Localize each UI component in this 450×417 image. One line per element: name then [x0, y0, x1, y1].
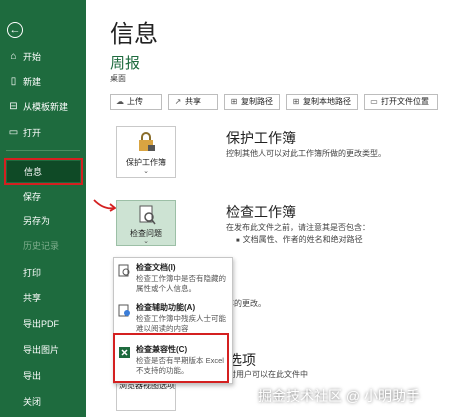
- share-button[interactable]: ↗ 共享: [168, 94, 218, 110]
- backstage-sidebar: ← ⌂ 开始 ▯ 新建 ⊟ 从模板新建 ▭ 打开 信息 保存 另存为 历史记录 …: [0, 0, 86, 417]
- copy-local-path-button[interactable]: ⊞ 复制本地路径: [286, 94, 358, 110]
- page-title: 信息: [110, 21, 158, 48]
- accessibility-icon: [118, 304, 130, 317]
- nav-info-highlight: [7, 161, 80, 182]
- nav-home[interactable]: ⌂ 开始: [0, 46, 86, 68]
- nav-export-pdf[interactable]: 导出PDF: [0, 313, 86, 335]
- nav-label: 保存: [23, 192, 42, 202]
- nav-info[interactable]: 信息: [4, 158, 83, 185]
- nav-open[interactable]: ▭ 打开: [0, 122, 86, 144]
- nav-label: 共享: [23, 293, 42, 303]
- upload-icon: ☁: [116, 97, 124, 106]
- copy-path-button[interactable]: ⊞ 复制路径: [224, 94, 280, 110]
- browser-view-desc: 时用户可以在此文件中: [228, 370, 308, 379]
- nav-label: 新建: [23, 77, 42, 87]
- nav-export[interactable]: 导出: [0, 365, 86, 387]
- inspect-workbook-title: 检查工作簿: [226, 204, 296, 220]
- red-arrow-annotation: [93, 199, 117, 212]
- nav-label: 信息: [24, 167, 43, 177]
- link-icon: ⊞: [230, 97, 238, 106]
- nav-close[interactable]: 关闭: [0, 391, 86, 413]
- nav-label: 关闭: [23, 397, 42, 407]
- menu-item-title: 检查文档(I): [136, 263, 176, 272]
- menu-item-check-accessibility[interactable]: 检查辅助功能(A) 检查工作簿中残疾人士可能难以阅读的内容: [114, 298, 232, 334]
- nav-export-image[interactable]: 导出图片: [0, 339, 86, 361]
- upload-button[interactable]: ☁ 上传: [110, 94, 162, 110]
- nav-label: 历史记录: [23, 241, 60, 251]
- nav-label: 打开: [23, 128, 42, 138]
- open-file-location-button[interactable]: ▭ 打开文件位置: [364, 94, 438, 110]
- bullet-icon: ■: [236, 238, 240, 244]
- nav-label: 导出PDF: [23, 319, 60, 329]
- protect-workbook-title: 保护工作簿: [226, 130, 296, 146]
- folder-icon: ▭: [370, 97, 378, 106]
- nav-label: 打印: [23, 268, 42, 278]
- nav-history[interactable]: 历史记录: [0, 235, 86, 257]
- inspect-bullet: ■ 文档属性、作者的姓名和绝对路径: [236, 235, 363, 244]
- inspect-document-icon: [118, 264, 130, 277]
- new-file-icon: ▯: [10, 76, 17, 87]
- inspect-issues-button[interactable]: 检查问题 ⌄: [116, 200, 176, 246]
- protect-workbook-button[interactable]: 保护工作簿 ⌄: [116, 126, 176, 178]
- template-icon: ⊟: [9, 101, 18, 112]
- nav-label: 导出图片: [23, 345, 60, 355]
- menu-item-title: 检查辅助功能(A): [136, 303, 196, 312]
- nav-new-from-template[interactable]: ⊟ 从模板新建: [0, 96, 86, 118]
- document-name: 周报: [110, 55, 141, 72]
- nav-save-as[interactable]: 另存为: [0, 210, 86, 232]
- folder-icon: ▭: [8, 127, 19, 138]
- nav-share[interactable]: 共享: [0, 287, 86, 309]
- nav-print[interactable]: 打印: [0, 262, 86, 284]
- nav-save[interactable]: 保存: [0, 186, 86, 208]
- document-location: 桌面: [110, 74, 126, 83]
- lock-icon: [139, 132, 155, 151]
- nav-divider: [6, 150, 80, 151]
- menu-item-desc: 检查工作簿中是否有隐藏的属性或个人信息。: [136, 274, 226, 293]
- home-icon: ⌂: [10, 51, 17, 62]
- nav-label: 导出: [23, 371, 42, 381]
- nav-label: 另存为: [23, 216, 51, 226]
- nav-label: 从模板新建: [23, 102, 69, 112]
- back-arrow-icon[interactable]: ←: [7, 22, 23, 38]
- compatibility-highlight-box: [113, 333, 229, 383]
- chevron-down-icon: ⌄: [143, 168, 149, 175]
- nav-label: 开始: [23, 52, 42, 62]
- share-icon: ↗: [174, 97, 182, 106]
- inspect-document-icon: [139, 205, 156, 225]
- protect-workbook-desc: 控制其他人可以对此工作簿所做的更改类型。: [226, 149, 386, 158]
- chevron-down-icon: ⌄: [143, 238, 149, 245]
- menu-item-inspect-document[interactable]: 检查文档(I) 检查工作簿中是否有隐藏的属性或个人信息。: [114, 258, 232, 298]
- menu-item-desc: 检查工作簿中残疾人士可能难以阅读的内容: [136, 314, 226, 333]
- watermark: 掘金技术社区 @ 小明助手: [258, 388, 420, 404]
- nav-new[interactable]: ▯ 新建: [0, 71, 86, 93]
- inspect-workbook-desc: 在发布此文件之前，请注意其是否包含：: [226, 223, 370, 232]
- link-icon: ⊞: [292, 97, 300, 106]
